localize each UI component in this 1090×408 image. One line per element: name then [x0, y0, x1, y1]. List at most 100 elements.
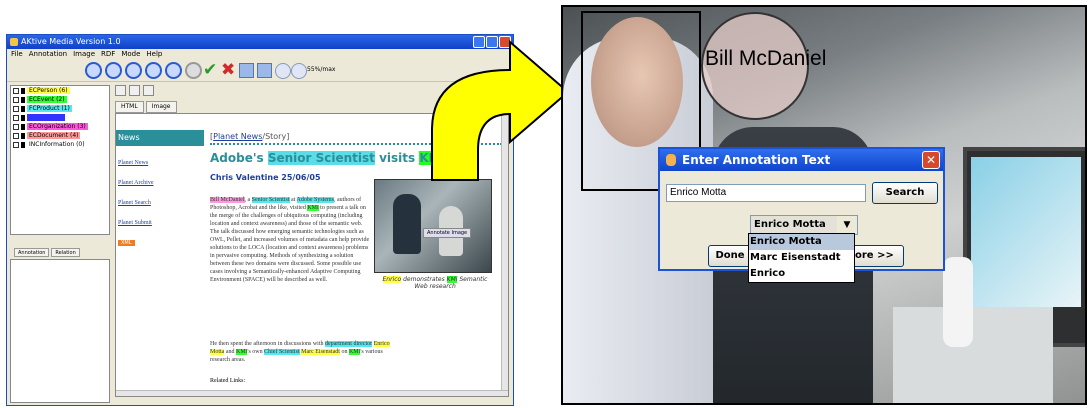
photo-caption: Enrico demonstrates KMi Semantic Web res… — [376, 276, 494, 290]
headline-text: visits — [374, 151, 420, 165]
menu-annotation[interactable]: Annotation — [29, 49, 67, 60]
tree-item[interactable]: ECDocument (4) — [13, 131, 109, 140]
annotate-image-button[interactable]: Annotate Image — [423, 228, 472, 238]
text: and — [224, 349, 237, 355]
zoom-icon[interactable] — [291, 63, 307, 79]
dropdown-option[interactable]: Enrico Motta — [749, 234, 854, 250]
select-tool-icon[interactable] — [115, 85, 126, 96]
tree-item-label: INCInformation (0) — [29, 141, 85, 148]
dropdown-option[interactable]: Marc Eisenstadt — [749, 250, 854, 266]
menu-help[interactable]: Help — [146, 49, 162, 60]
article-photo[interactable]: Annotate Image — [374, 179, 492, 273]
menu-rdf[interactable]: RDF — [101, 49, 115, 60]
tree-item[interactable]: ECPerson (6) — [13, 86, 109, 95]
checkbox[interactable] — [13, 105, 19, 112]
region-tool-icon[interactable] — [129, 85, 140, 96]
ontology-tree: ECPerson (6) ECEvent (2) FCProduct (1) E… — [10, 85, 110, 235]
reject-x-icon[interactable]: ✖ — [221, 60, 235, 80]
annotation-role[interactable]: Senior Scientist — [251, 197, 290, 203]
back-circle-icon[interactable] — [85, 62, 102, 79]
nav-title: News — [116, 130, 204, 146]
color-swatch — [21, 96, 25, 103]
annotation-role[interactable]: department director — [324, 341, 373, 347]
dialog-title: Enter Annotation Text — [682, 153, 831, 167]
crumb-rest: /Story] — [262, 132, 290, 141]
tab-relation[interactable]: Relation — [51, 248, 80, 257]
color-swatch — [21, 114, 25, 121]
menu-mode[interactable]: Mode — [121, 49, 140, 60]
nav-link-planet-submit[interactable]: Planet Submit — [118, 220, 204, 226]
stop-circle-icon[interactable] — [185, 62, 202, 79]
annotation-person[interactable]: Bill McDaniel — [210, 197, 245, 203]
annotation-person[interactable]: Enrico — [382, 276, 402, 283]
related-links-heading: Related Links: — [210, 378, 246, 384]
forward-circle-icon[interactable] — [125, 62, 142, 79]
color-swatch — [21, 105, 25, 112]
crumb-link[interactable]: Planet News — [213, 132, 262, 141]
dropdown-option[interactable]: Enrico — [749, 266, 854, 282]
annotation-text-input[interactable]: Enrico Motta — [666, 184, 866, 202]
tree-item[interactable] — [13, 113, 109, 122]
checkbox[interactable] — [13, 87, 19, 94]
annotation-org[interactable]: KMi — [236, 349, 248, 355]
color-swatch — [21, 141, 25, 148]
entity-select[interactable]: Enrico Motta ▼ — [750, 215, 858, 235]
annotation-person[interactable]: Marc Eisenstadt — [301, 349, 340, 355]
text: 's own — [247, 349, 265, 355]
tree-item-label: ECEvent (2) — [27, 96, 67, 103]
checkbox[interactable] — [13, 114, 19, 121]
tree-item[interactable]: FCProduct (1) — [13, 104, 109, 113]
headline-text: Adobe's — [210, 151, 268, 165]
chevron-down-icon[interactable]: ▼ — [837, 216, 857, 234]
tree-item-label: ECOrganization (3) — [27, 123, 88, 130]
nav-link-planet-search[interactable]: Planet Search — [118, 200, 204, 206]
annotation-org[interactable]: KMi — [307, 205, 319, 211]
accept-check-icon[interactable]: ✔ — [203, 60, 217, 80]
document-icon[interactable] — [257, 63, 272, 78]
annotation-org[interactable]: Adobe Systems — [296, 197, 335, 203]
refresh-circle-icon[interactable] — [165, 62, 182, 79]
text: to present a talk on the merge of the ch… — [210, 205, 370, 283]
tree-item[interactable]: ECOrganization (3) — [13, 122, 109, 131]
dialog-close-button[interactable]: ✕ — [922, 151, 940, 169]
nav-link-planet-archive[interactable]: Planet Archive — [118, 180, 204, 186]
done-button[interactable]: Done — [708, 245, 752, 267]
tree-item-label — [27, 114, 65, 121]
nav-link-planet-news[interactable]: Planet News — [118, 160, 204, 166]
checkbox[interactable] — [13, 96, 19, 103]
save-icon[interactable] — [239, 63, 254, 78]
tree-item[interactable]: INCInformation (0) — [13, 140, 109, 149]
color-swatch — [21, 87, 25, 94]
checkbox[interactable] — [13, 123, 19, 130]
menu-image[interactable]: Image — [73, 49, 95, 60]
xml-badge[interactable]: XML — [118, 240, 135, 246]
tab-html[interactable]: HTML — [115, 101, 144, 113]
horizontal-scrollbar[interactable] — [116, 390, 508, 396]
forward-circle-icon[interactable] — [145, 62, 162, 79]
tab-annotation[interactable]: Annotation — [14, 248, 50, 257]
window-title: AKtive Media Version 1.0 — [21, 37, 121, 46]
dialog-titlebar: Enter Annotation Text ✕ — [660, 149, 943, 171]
menu-file[interactable]: File — [11, 49, 23, 60]
browser-toolbar — [115, 85, 175, 99]
checkbox[interactable] — [13, 141, 19, 148]
entity-dropdown-list: Enrico Motta Marc Eisenstadt Enrico — [748, 233, 855, 283]
magnifier-icon[interactable] — [275, 63, 291, 79]
search-button[interactable]: Search — [872, 182, 938, 204]
annotated-photo[interactable]: Bill McDaniel Enter Annotation Text ✕ En… — [561, 5, 1087, 405]
text: He then spent the afternoon in discussio… — [210, 341, 325, 347]
tab-image[interactable]: Image — [145, 101, 177, 113]
annotation-role[interactable]: Chief Scientist — [264, 349, 300, 355]
web-nav: News Planet News Planet Archive Planet S… — [116, 130, 204, 396]
color-swatch — [21, 123, 25, 130]
left-tabs: Annotation Relation — [10, 245, 110, 259]
desk — [893, 307, 1053, 403]
content-tabs: HTML Image — [115, 101, 177, 113]
checkbox[interactable] — [13, 132, 19, 139]
tree-item[interactable]: ECEvent (2) — [13, 95, 109, 104]
article-paragraph: He then spent the afternoon in discussio… — [210, 340, 390, 364]
annotation-org[interactable]: KMi — [446, 276, 458, 283]
annotation-org[interactable]: KMi — [348, 349, 361, 355]
image-tool-icon[interactable] — [143, 85, 154, 96]
back-circle-icon[interactable] — [105, 62, 122, 79]
